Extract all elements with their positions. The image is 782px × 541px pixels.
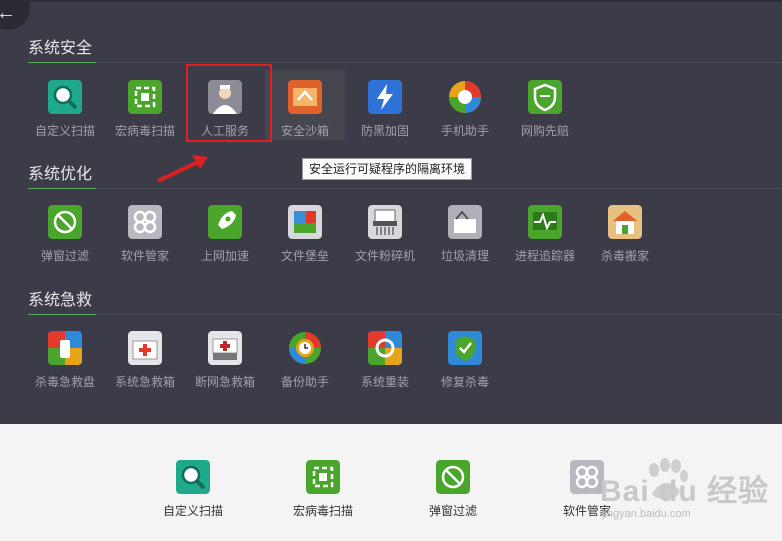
tool-system-firstaid[interactable]: 系统急救箱 <box>105 331 185 390</box>
tool-label: 系统急救箱 <box>114 375 175 389</box>
tool-label: 断网急救箱 <box>194 375 255 389</box>
antivirus-move-icon <box>608 205 642 239</box>
tooltip: 安全运行可疑程序的隔离环境 <box>302 158 473 180</box>
tools-panel: ← 系统安全 系统优化 系统急救 自定义扫描 宏病毒扫描 人工服务 安全沙箱 防黑加固手… <box>0 0 782 424</box>
tool-file-fortress[interactable]: 文件堡垒 <box>265 205 345 264</box>
backup-icon <box>288 331 322 365</box>
tool-label: 系统重装 <box>360 375 409 389</box>
watermark-text: Bai du 经验 <box>600 475 770 508</box>
tool-label: 宏病毒扫描 <box>114 124 175 138</box>
system-firstaid-icon <box>128 331 162 365</box>
software-manager-icon <box>128 205 162 239</box>
tool-offline-firstaid[interactable]: 断网急救箱 <box>185 331 265 390</box>
quick-popup-filter[interactable]: 弹窗过滤 <box>413 460 493 519</box>
process-tracker-icon <box>528 205 562 239</box>
tool-label: 杀毒急救盘 <box>34 375 95 389</box>
tool-label: 文件粉碎机 <box>354 249 415 263</box>
tool-label: 修复杀毒 <box>440 375 489 389</box>
tool-label: 防黑加固 <box>360 124 409 138</box>
tool-macro-virus-scan[interactable]: 宏病毒扫描 <box>105 80 185 139</box>
tool-backup[interactable]: 备份助手 <box>265 331 345 390</box>
phone-assistant-icon <box>448 80 482 114</box>
sandbox-icon <box>288 80 322 114</box>
quick-magnifier-scan[interactable]: 自定义扫描 <box>153 460 233 519</box>
macro-virus-scan-icon <box>306 460 340 494</box>
section-divider <box>28 314 780 315</box>
offline-firstaid-icon <box>208 331 242 365</box>
highlight-box <box>186 64 272 142</box>
tool-sandbox[interactable]: 安全沙箱 <box>265 70 345 140</box>
back-button[interactable]: ← <box>0 0 30 30</box>
tool-system-reinstall[interactable]: 系统重装 <box>345 331 425 390</box>
tool-magnifier-scan[interactable]: 自定义扫描 <box>25 80 105 139</box>
rescue-disk-icon <box>48 331 82 365</box>
tool-shopping-shield[interactable]: 网购先赔 <box>505 80 585 139</box>
section-title-security: 系统安全 <box>28 40 93 57</box>
section-divider <box>28 62 780 63</box>
junk-clean-icon <box>448 205 482 239</box>
tool-label: 上网加速 <box>200 249 249 263</box>
tool-anti-hack[interactable]: 防黑加固 <box>345 80 425 139</box>
tool-label: 网购先赔 <box>520 124 569 138</box>
tool-popup-filter[interactable]: 弹窗过滤 <box>25 205 105 264</box>
popup-filter-icon <box>48 205 82 239</box>
red-arrow-icon <box>157 155 208 183</box>
tool-label: 备份助手 <box>280 375 329 389</box>
anti-hack-icon <box>368 80 402 114</box>
tool-process-tracker[interactable]: 进程追踪器 <box>505 205 585 264</box>
tool-label: 杀毒搬家 <box>600 249 649 263</box>
shopping-shield-icon <box>528 80 562 114</box>
tool-label: 弹窗过滤 <box>428 504 477 518</box>
tool-phone-assistant[interactable]: 手机助手 <box>425 80 505 139</box>
tool-label: 自定义扫描 <box>34 124 95 138</box>
baidu-watermark: Bai du 经验 jingyan.baidu.com <box>600 456 780 538</box>
tool-software-manager[interactable]: 软件管家 <box>105 205 185 264</box>
popup-filter-icon <box>436 460 470 494</box>
tool-label: 手机助手 <box>440 124 489 138</box>
section-divider <box>28 188 780 189</box>
section-title-optimize: 系统优化 <box>28 166 93 183</box>
magnifier-scan-icon <box>176 460 210 494</box>
tool-rocket-speedup[interactable]: 上网加速 <box>185 205 265 264</box>
file-fortress-icon <box>288 205 322 239</box>
tool-file-shredder[interactable]: 文件粉碎机 <box>345 205 425 264</box>
tool-label: 进程追踪器 <box>514 249 575 263</box>
quick-macro-virus-scan[interactable]: 宏病毒扫描 <box>283 460 363 519</box>
software-manager-icon <box>570 460 604 494</box>
tool-antivirus-move[interactable]: 杀毒搬家 <box>585 205 665 264</box>
repair-antivirus-icon <box>448 331 482 365</box>
tool-repair-antivirus[interactable]: 修复杀毒 <box>425 331 505 390</box>
top-strip <box>0 0 782 2</box>
system-reinstall-icon <box>368 331 402 365</box>
file-shredder-icon <box>368 205 402 239</box>
tool-junk-clean[interactable]: 垃圾清理 <box>425 205 505 264</box>
tool-label: 安全沙箱 <box>280 124 329 138</box>
tool-label: 软件管家 <box>120 249 169 263</box>
tool-label: 垃圾清理 <box>440 249 489 263</box>
tool-label: 文件堡垒 <box>280 249 329 263</box>
macro-virus-scan-icon <box>128 80 162 114</box>
tool-label: 宏病毒扫描 <box>292 504 353 518</box>
tool-label: 弹窗过滤 <box>40 249 89 263</box>
back-arrow-icon: ← <box>0 2 16 24</box>
tool-rescue-disk[interactable]: 杀毒急救盘 <box>25 331 105 390</box>
section-title-rescue: 系统急救 <box>28 292 93 309</box>
tool-label: 自定义扫描 <box>162 504 223 518</box>
magnifier-scan-icon <box>48 80 82 114</box>
watermark-url: jingyan.baidu.com <box>602 508 691 520</box>
rocket-speedup-icon <box>208 205 242 239</box>
